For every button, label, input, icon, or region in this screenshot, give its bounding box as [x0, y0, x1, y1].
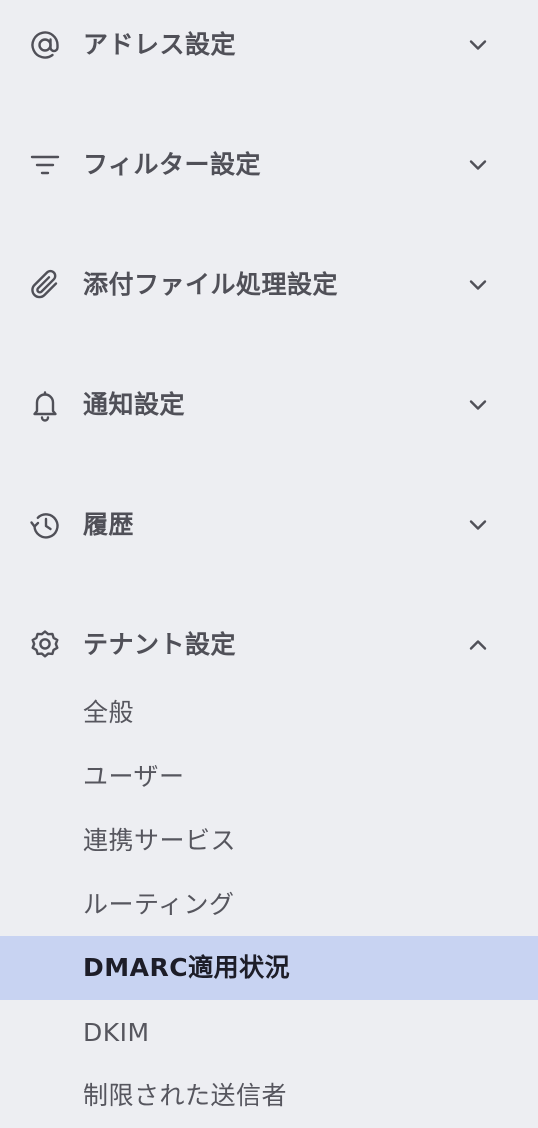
sub-item-label: 制限された送信者	[83, 1081, 288, 1110]
chevron-up-icon[interactable]	[464, 631, 492, 659]
sub-item-label: DMARC適用状況	[83, 953, 291, 982]
section-tenant-settings[interactable]: テナント設定	[0, 615, 538, 675]
section-label: アドレス設定	[83, 30, 237, 59]
tenant-item-integrations[interactable]: 連携サービス	[0, 809, 538, 873]
filter-icon	[26, 146, 64, 184]
section-address-settings[interactable]: アドレス設定	[0, 15, 538, 75]
section-label: 通知設定	[83, 390, 186, 419]
tenant-item-restricted-senders[interactable]: 制限された送信者	[0, 1064, 538, 1128]
tenant-item-dkim[interactable]: DKIM	[0, 1001, 538, 1065]
section-history[interactable]: 履歴	[0, 495, 538, 555]
at-sign-icon	[26, 26, 64, 64]
chevron-down-icon[interactable]	[464, 271, 492, 299]
section-filter-settings[interactable]: フィルター設定	[0, 135, 538, 195]
gear-icon	[26, 626, 64, 664]
chevron-down-icon[interactable]	[464, 151, 492, 179]
settings-sidebar: アドレス設定 フィルター設定 添付ファイル処理設定 通知設定 履歴 テナント設定…	[0, 0, 538, 1128]
chevron-down-icon[interactable]	[464, 391, 492, 419]
tenant-item-dmarc-status[interactable]: DMARC適用状況	[0, 936, 538, 1000]
tenant-item-users[interactable]: ユーザー	[0, 745, 538, 809]
section-label: 履歴	[83, 510, 135, 539]
chevron-down-icon[interactable]	[464, 31, 492, 59]
section-label: 添付ファイル処理設定	[83, 270, 339, 299]
section-label: フィルター設定	[83, 150, 262, 179]
tenant-item-routing[interactable]: ルーティング	[0, 873, 538, 937]
chevron-down-icon[interactable]	[464, 511, 492, 539]
history-icon	[26, 506, 64, 544]
sub-item-label: ユーザー	[83, 762, 185, 791]
sub-item-label: 連携サービス	[83, 826, 237, 855]
sub-item-label: ルーティング	[83, 890, 235, 919]
sub-item-label: 全般	[83, 698, 135, 727]
bell-icon	[26, 386, 64, 424]
section-notification-settings[interactable]: 通知設定	[0, 375, 538, 435]
section-label: テナント設定	[83, 630, 237, 659]
sub-item-label: DKIM	[83, 1018, 150, 1047]
section-attachment-settings[interactable]: 添付ファイル処理設定	[0, 255, 538, 315]
tenant-item-general[interactable]: 全般	[0, 681, 538, 745]
paperclip-icon	[26, 266, 64, 304]
